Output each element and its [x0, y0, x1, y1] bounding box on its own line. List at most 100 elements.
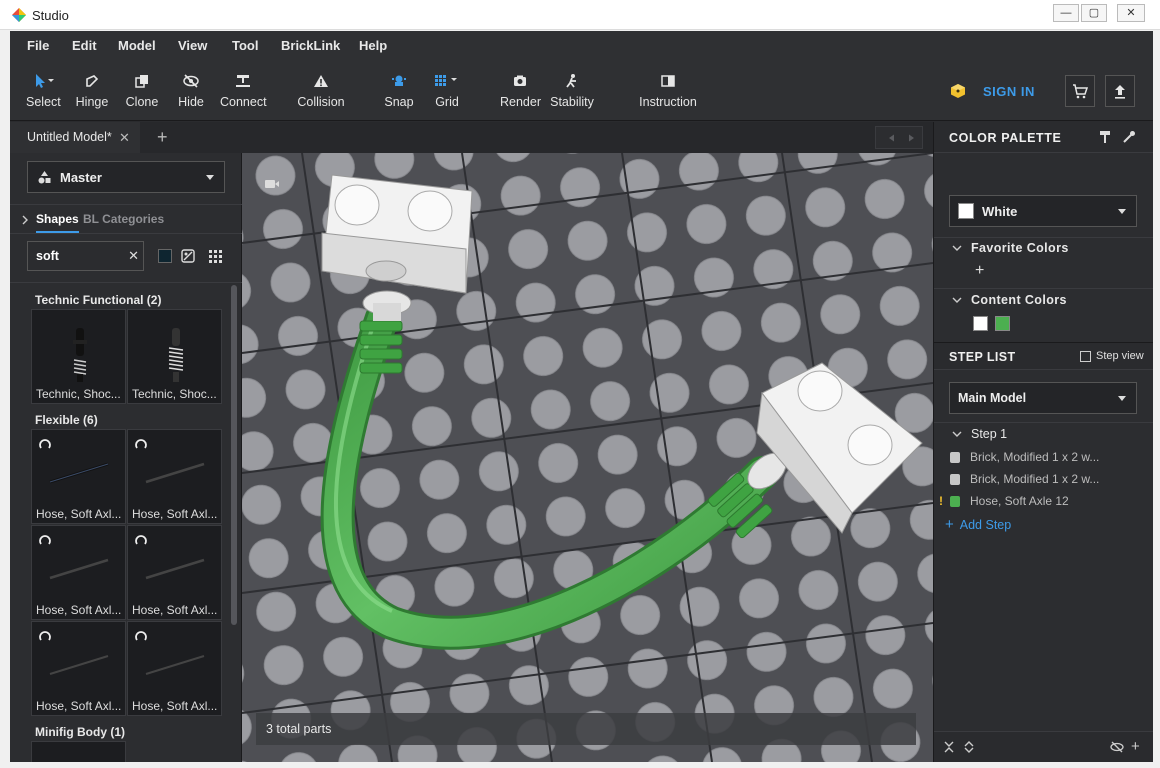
hide-step-icon[interactable] — [1110, 741, 1124, 753]
tab-bl-categories[interactable]: BL Categories — [83, 212, 164, 226]
hinge-tool[interactable]: Hinge — [74, 73, 110, 109]
book-icon — [638, 73, 698, 91]
selected-color-name: White — [982, 204, 1018, 219]
snap-tool[interactable]: Snap — [384, 73, 414, 109]
content-color-white[interactable] — [973, 316, 988, 331]
color-dropdown[interactable]: White — [949, 195, 1137, 227]
add-step-label: Add Step — [959, 517, 1012, 532]
step-part-item[interactable]: Brick, Modified 1 x 2 w... — [950, 450, 1099, 464]
add-favorite-color-button[interactable]: + — [975, 262, 984, 280]
step-list-header: STEP LIST Step view — [934, 342, 1153, 370]
menu-view[interactable]: View — [178, 38, 207, 53]
model-dropdown-value: Main Model — [958, 391, 1027, 405]
paint-roller-icon[interactable] — [1098, 130, 1112, 144]
parts-scrollbar[interactable] — [231, 285, 237, 625]
expand-all-icon[interactable] — [964, 741, 974, 753]
part-tile[interactable] — [31, 741, 126, 762]
flexible-part-icon — [135, 535, 147, 545]
chevron-down-icon[interactable] — [952, 430, 962, 438]
stability-tool[interactable]: Stability — [549, 73, 595, 109]
step-1[interactable]: Step 1 — [971, 427, 1007, 441]
add-tab-button[interactable]: + — [157, 127, 168, 148]
application-window: Studio — ▢ ✕ File Edit Model View Tool B… — [0, 0, 1160, 768]
color-filter-swatch[interactable] — [158, 249, 172, 263]
connect-tool[interactable]: Connect — [220, 73, 267, 109]
3d-viewport[interactable]: 3 total parts — [242, 153, 933, 762]
arrow-cursor-icon — [26, 73, 60, 91]
flexible-part-icon — [39, 439, 51, 449]
part-name: Hose, Soft Axl... — [36, 507, 122, 521]
divider — [934, 288, 1153, 289]
step-part-item[interactable]: Hose, Soft Axle 12 — [950, 494, 1069, 508]
stability-icon — [549, 73, 595, 91]
part-tile[interactable]: Hose, Soft Axl... — [127, 525, 222, 620]
part-tile[interactable]: Hose, Soft Axl... — [31, 525, 126, 620]
part-search-input[interactable]: soft ✕ — [27, 241, 144, 271]
menu-file[interactable]: File — [27, 38, 49, 53]
part-name: Technic, Shoc... — [132, 387, 217, 401]
model-dropdown[interactable]: Main Model — [949, 382, 1137, 414]
menu-tool[interactable]: Tool — [232, 38, 258, 53]
filter-toggle-icon[interactable] — [181, 249, 195, 263]
menu-help[interactable]: Help — [359, 38, 387, 53]
menu-model[interactable]: Model — [118, 38, 156, 53]
maximize-button[interactable]: ▢ — [1081, 4, 1107, 22]
render-tool[interactable]: Render — [500, 73, 541, 109]
collision-tool[interactable]: Collision — [296, 73, 346, 109]
tab-shapes[interactable]: Shapes — [36, 212, 79, 233]
color-palette-header: COLOR PALETTE — [934, 122, 1153, 153]
tab-scroll-arrows-icon[interactable] — [876, 127, 924, 149]
brick-icon — [950, 451, 960, 463]
hide-tool[interactable]: Hide — [176, 73, 206, 109]
group-flexible: Flexible (6) — [35, 413, 98, 427]
menu-edit[interactable]: Edit — [72, 38, 97, 53]
parts-palette-panel: Master Shapes BL Categories soft ✕ Techn… — [10, 153, 242, 762]
close-window-button[interactable]: ✕ — [1117, 4, 1145, 22]
clear-search-icon[interactable]: ✕ — [128, 248, 139, 264]
grid-view-icon[interactable] — [209, 250, 222, 263]
part-tile[interactable]: Hose, Soft Axl... — [31, 621, 126, 716]
hose-thumbnail — [145, 655, 205, 675]
part-tile[interactable]: Technic, Shoc... — [31, 309, 126, 404]
camera-view-icon[interactable] — [264, 177, 280, 191]
part-name: Hose, Soft Axl... — [132, 507, 218, 521]
collapse-all-icon[interactable] — [944, 741, 954, 753]
chevron-down-icon[interactable] — [952, 296, 962, 304]
part-tile[interactable]: Hose, Soft Axl... — [127, 429, 222, 524]
add-step-footer-button[interactable]: + — [1131, 738, 1140, 755]
add-step-button[interactable]: + Add Step — [945, 516, 1011, 533]
step-part-item[interactable]: Brick, Modified 1 x 2 w... — [950, 472, 1099, 486]
status-bar: 3 total parts — [256, 713, 916, 745]
scene-canvas[interactable] — [242, 153, 933, 762]
clone-tool[interactable]: Clone — [125, 73, 159, 109]
eyedropper-icon[interactable] — [1122, 130, 1136, 144]
cart-button[interactable] — [1065, 75, 1095, 107]
grid-tool[interactable]: Grid — [432, 73, 462, 109]
palette-dropdown[interactable]: Master — [27, 161, 225, 193]
content-colors-title[interactable]: Content Colors — [971, 293, 1067, 307]
instruction-tool[interactable]: Instruction — [638, 73, 698, 109]
sign-in-button[interactable]: SIGN IN — [950, 83, 1035, 99]
part-name: Hose, Soft Axl... — [36, 603, 122, 617]
minimize-button[interactable]: — — [1053, 4, 1079, 22]
chevron-right-icon[interactable] — [21, 215, 29, 225]
step-view-checkbox[interactable] — [1080, 351, 1091, 362]
cart-icon — [1073, 84, 1089, 99]
sign-in-label: SIGN IN — [983, 83, 1035, 99]
part-tile[interactable]: Hose, Soft Axl... — [127, 621, 222, 716]
hide-label: Hide — [178, 95, 204, 109]
tab-untitled-model[interactable]: Untitled Model* ✕ — [10, 122, 140, 153]
title-bar: Studio — ▢ ✕ — [0, 0, 1160, 30]
part-tile[interactable]: Hose, Soft Axl... — [31, 429, 126, 524]
studio-app: File Edit Model View Tool BrickLink Help… — [10, 31, 1153, 762]
select-tool[interactable]: Select — [26, 73, 61, 109]
menu-bricklink[interactable]: BrickLink — [281, 38, 340, 53]
step-part-name: Brick, Modified 1 x 2 w... — [970, 450, 1100, 464]
favorite-colors-title[interactable]: Favorite Colors — [971, 241, 1069, 255]
chevron-down-icon[interactable] — [952, 244, 962, 252]
content-color-green[interactable] — [995, 316, 1010, 331]
step-list-footer: + — [934, 731, 1153, 762]
close-tab-icon[interactable]: ✕ — [119, 122, 130, 153]
upload-button[interactable] — [1105, 75, 1135, 107]
part-tile[interactable]: Technic, Shoc... — [127, 309, 222, 404]
